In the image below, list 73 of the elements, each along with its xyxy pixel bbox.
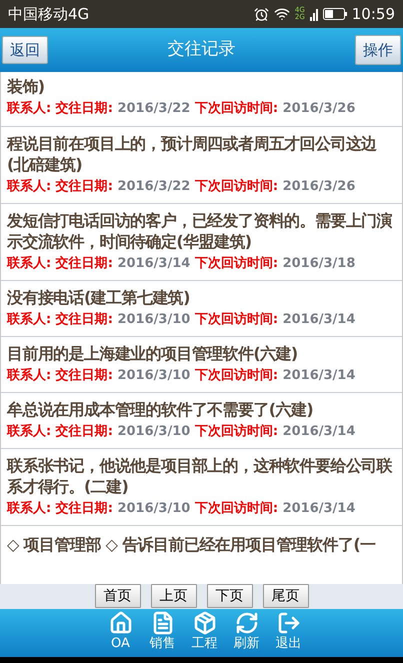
record-item[interactable]: 程说目前在项目上的，预计周四或者周五才回公司这边(北碚建筑) 联系人: 交往日期: 2016/3/22 下次回访时间: 2016/3/26 <box>1 127 402 204</box>
date-value: 2016/3/22 <box>117 101 190 116</box>
next-visit-value: 2016/3/26 <box>282 179 356 194</box>
record-title: 联系张书记，他说他是项目部上的，这种软件要给公司联系才得行。(二建) <box>7 455 394 497</box>
record-title: 装饰) <box>7 76 46 97</box>
record-title: 程说目前在项目上的，预计周四或者周五才回公司这边(北碚建筑) <box>7 133 378 175</box>
next-visit-value: 2016/3/14 <box>282 501 356 516</box>
next-visit-value: 2016/3/14 <box>282 424 356 439</box>
next-visit-label: 下次回访时间: <box>194 256 278 271</box>
date-value: 2016/3/22 <box>117 179 190 194</box>
record-item[interactable]: 联系张书记，他说他是项目部上的，这种软件要给公司联系才得行。(二建) 联系人: 交往日期: 2016/3/10 下次回访时间: 2016/3/14 <box>1 449 402 526</box>
page-title: 交往记录 <box>168 38 236 62</box>
contact-label: 联系人: <box>7 256 52 271</box>
contact-label: 联系人: <box>7 101 52 116</box>
date-label: 交往日期: <box>56 312 113 327</box>
contact-label: 联系人: <box>7 312 52 327</box>
date-label: 交往日期: <box>56 256 113 271</box>
next-visit-value: 2016/3/26 <box>282 101 356 116</box>
record-item[interactable]: 牟总说在用成本管理的软件了不需要了(六建) 联系人: 交往日期: 2016/3/10 下次回访时间: 2016/3/14 <box>1 393 402 449</box>
next-visit-value: 2016/3/18 <box>282 256 356 271</box>
nav-tab[interactable]: 退出 <box>274 609 302 657</box>
contact-label: 联系人: <box>7 179 52 194</box>
refresh-icon <box>234 611 258 635</box>
date-value: 2016/3/10 <box>117 312 190 327</box>
page-button[interactable]: 尾页 <box>262 584 308 608</box>
back-button[interactable]: 返回 <box>2 36 48 64</box>
date-value: 2016/3/10 <box>117 501 190 516</box>
next-visit-label: 下次回访时间: <box>194 312 278 327</box>
next-visit-label: 下次回访时间: <box>194 101 278 116</box>
record-title: 发短信打电话回访的客户，已经发了资料的。需要上门演示交流软件，时间待确定(华盟建筑) <box>7 210 394 252</box>
record-item[interactable]: 没有接电话(建工第七建筑) 联系人: 交往日期: 2016/3/10 下次回访时间: 2016/3/14 <box>1 281 402 337</box>
box-icon <box>192 611 216 635</box>
nav-tab[interactable]: 销售 <box>148 609 176 657</box>
contact-label: 联系人: <box>7 424 52 439</box>
clock-text: 10:59 <box>352 4 395 25</box>
battery-icon <box>322 8 347 20</box>
exit-icon <box>276 611 300 635</box>
contact-label: 联系人: <box>7 501 52 516</box>
date-label: 交往日期: <box>56 424 113 439</box>
date-label: 交往日期: <box>56 179 113 194</box>
next-visit-label: 下次回访时间: <box>194 501 278 516</box>
action-button[interactable]: 操作 <box>355 35 401 65</box>
alarm-icon <box>254 6 269 22</box>
nav-tab[interactable]: 工程 <box>190 609 218 657</box>
record-item[interactable]: 装饰) 联系人: 交往日期: 2016/3/22 下次回访时间: 2016/3/26 <box>1 72 402 127</box>
page-button[interactable]: 上页 <box>150 584 196 608</box>
record-title: 牟总说在用成本管理的软件了不需要了(六建) <box>7 399 314 420</box>
next-visit-label: 下次回访时间: <box>194 368 278 383</box>
page-button[interactable]: 首页 <box>94 584 140 608</box>
next-visit-value: 2016/3/14 <box>282 312 356 327</box>
page-button[interactable]: 下页 <box>206 584 252 608</box>
next-visit-value: 2016/3/14 <box>282 368 356 383</box>
wifi-icon <box>274 6 290 22</box>
record-item[interactable]: 发短信打电话回访的客户，已经发了资料的。需要上门演示交流软件，时间待确定(华盟建筑) 联系人: 交往日期: 2016/3/14 下次回访时间: 2016/3/18 <box>1 204 402 281</box>
record-title: 目前用的是上海建业的项目管理软件(六建) <box>7 343 299 364</box>
signal-icon <box>310 7 318 21</box>
date-value: 2016/3/14 <box>117 256 190 271</box>
contact-label: 联系人: <box>7 368 52 383</box>
date-value: 2016/3/10 <box>117 424 190 439</box>
date-label: 交往日期: <box>56 368 113 383</box>
next-visit-label: 下次回访时间: <box>194 179 278 194</box>
next-visit-label: 下次回访时间: <box>194 424 278 439</box>
record-title: ◇ 项目管理部 ◇ 告诉目前已经在用项目管理软件了(一 <box>7 534 376 555</box>
record-item[interactable]: 目前用的是上海建业的项目管理软件(六建) 联系人: 交往日期: 2016/3/10 下次回访时间: 2016/3/14 <box>1 337 402 393</box>
nav-tab[interactable]: 刷新 <box>232 609 260 657</box>
date-value: 2016/3/10 <box>117 368 190 383</box>
date-label: 交往日期: <box>56 501 113 516</box>
record-title: 没有接电话(建工第七建筑) <box>7 287 191 308</box>
nav-tab[interactable]: OA <box>106 609 134 657</box>
record-item[interactable]: ◇ 项目管理部 ◇ 告诉目前已经在用项目管理软件了(一 <box>1 526 402 555</box>
home-icon <box>108 611 132 635</box>
date-label: 交往日期: <box>56 101 113 116</box>
carrier-text: 中国移动4G <box>8 4 90 25</box>
